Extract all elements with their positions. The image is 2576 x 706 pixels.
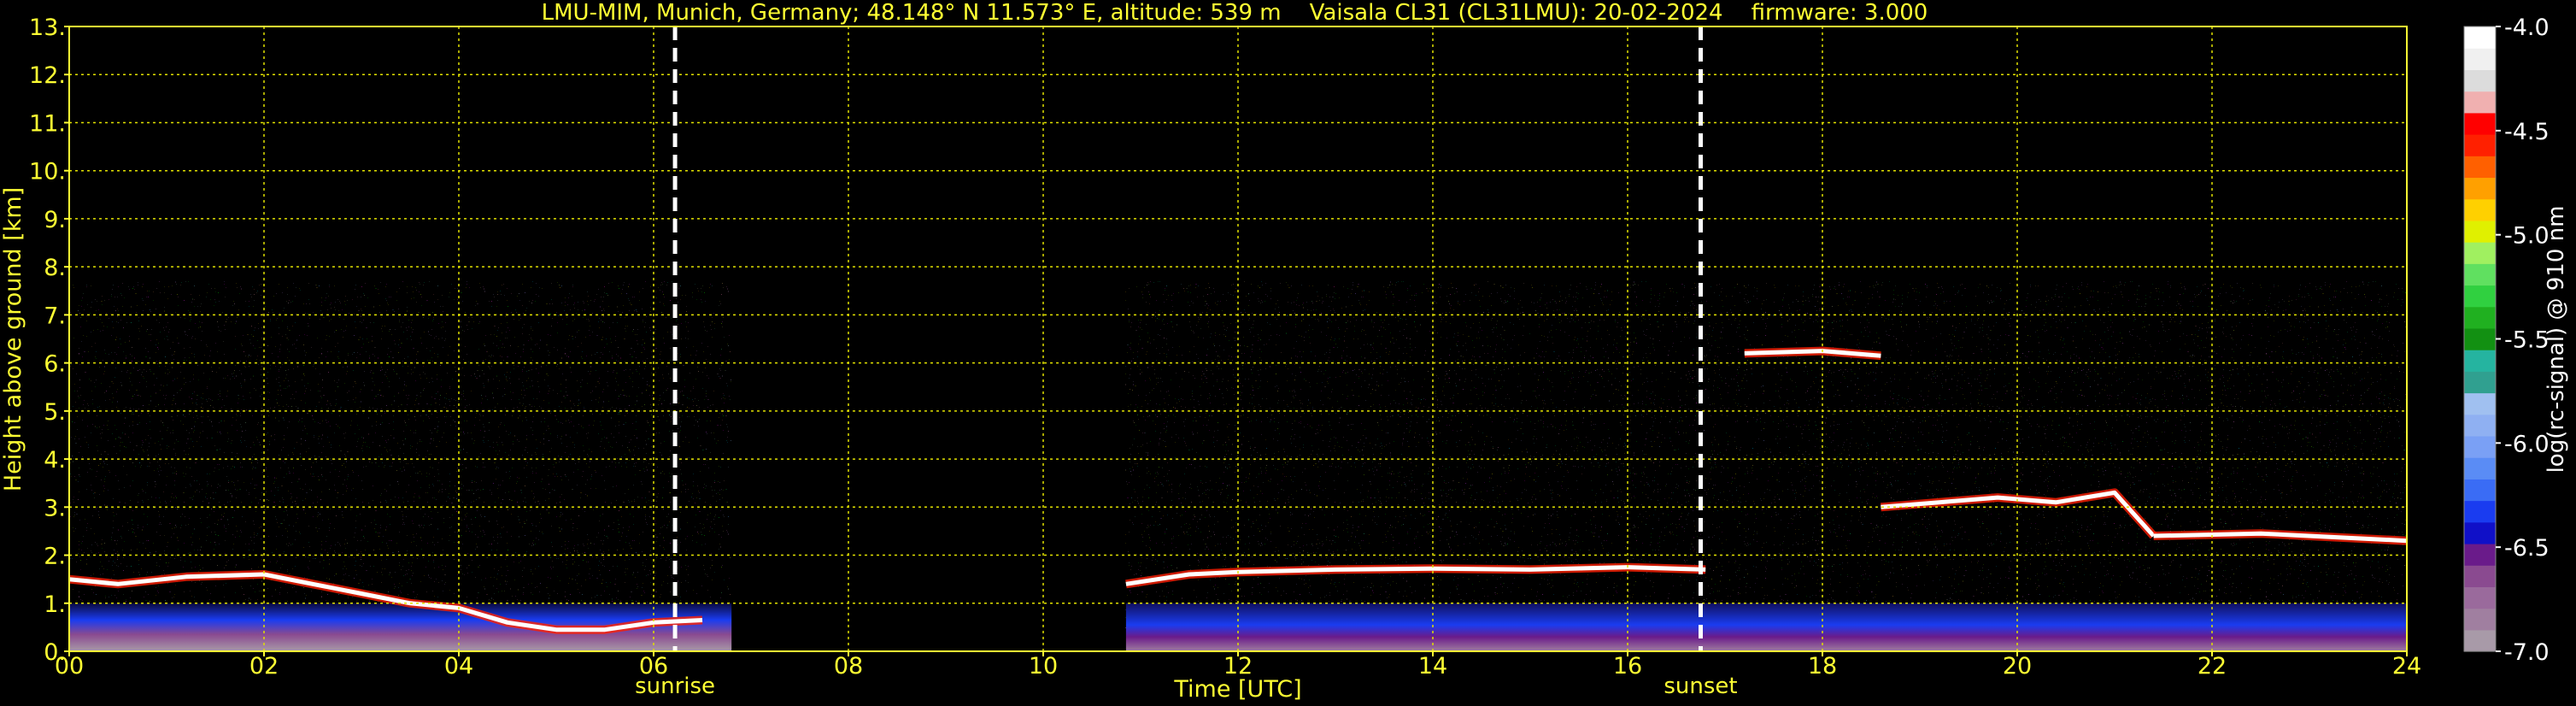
- colorbar-swatch: [2464, 435, 2496, 458]
- y-tick-label: 13.: [29, 15, 66, 41]
- y-tick-label: 5.: [44, 399, 66, 426]
- y-tick-label: 8.: [44, 255, 66, 281]
- colorbar-tick-label: -4.5: [2504, 119, 2550, 145]
- colorbar-swatch: [2464, 629, 2496, 652]
- x-tick-label: 16: [1613, 653, 1642, 680]
- colorbar-swatch: [2464, 198, 2496, 221]
- y-tick-label: 3.: [44, 495, 66, 521]
- colorbar-swatch: [2464, 414, 2496, 437]
- x-tick-label: 06: [639, 653, 668, 680]
- colorbar-swatch: [2464, 26, 2496, 49]
- x-tick-label: 20: [2003, 653, 2032, 680]
- colorbar-tick-label: -6.5: [2504, 535, 2550, 562]
- colorbar-swatch: [2464, 263, 2496, 286]
- y-tick-label: 2.: [44, 544, 66, 570]
- x-tick-label: 14: [1418, 653, 1447, 680]
- x-tick-label: 18: [1808, 653, 1837, 680]
- colorbar-swatch: [2464, 220, 2496, 243]
- x-tick-label: 10: [1029, 653, 1058, 680]
- colorbar-swatch: [2464, 479, 2496, 502]
- colorbar-swatch: [2464, 521, 2496, 544]
- colorbar-swatch: [2464, 156, 2496, 179]
- y-tick-label: 4.: [44, 447, 66, 474]
- y-tick-label: 0.: [44, 639, 66, 666]
- colorbar-tick-label: -4.0: [2504, 15, 2550, 41]
- colorbar-swatch: [2464, 565, 2496, 587]
- colorbar-swatch: [2464, 500, 2496, 523]
- y-axis-label: Height above ground [km]: [0, 187, 26, 491]
- colorbar-swatch: [2464, 112, 2496, 135]
- colorbar-swatch: [2464, 48, 2496, 71]
- colorbar-swatch: [2464, 91, 2496, 114]
- colorbar-tick-label: -7.0: [2504, 639, 2550, 666]
- colorbar-swatch: [2464, 371, 2496, 394]
- y-tick-label: 11.: [29, 110, 66, 137]
- colorbar-swatch: [2464, 134, 2496, 156]
- colorbar-swatch: [2464, 242, 2496, 264]
- colorbar-swatch: [2464, 457, 2496, 479]
- y-tick-label: 9.: [44, 207, 66, 233]
- colorbar: -4.0 -4.5 -5.0 -5.5 -6.0 -6.5 -7.0 log(rc-signa…: [2463, 15, 2569, 666]
- colorbar-swatch: [2464, 543, 2496, 566]
- y-tick-label: 1.: [44, 591, 66, 618]
- colorbar-swatch: [2464, 327, 2496, 350]
- sunset-label: sunset: [1664, 674, 1737, 699]
- colorbar-swatch: [2464, 69, 2496, 92]
- colorbar-swatch: [2464, 285, 2496, 308]
- x-tick-label: 22: [2198, 653, 2227, 680]
- colorbar-label: log(rc-signal) @ 910 nm: [2544, 206, 2569, 474]
- colorbar-swatch: [2464, 350, 2496, 372]
- x-tick-label: 02: [249, 653, 279, 680]
- y-tick-label: 10.: [29, 159, 66, 185]
- x-tick-label: 08: [834, 653, 863, 680]
- noise-region: [69, 281, 732, 651]
- colorbar-swatch: [2464, 392, 2496, 415]
- colorbar-swatch: [2464, 586, 2496, 609]
- colorbar-tick-label: -6.0: [2504, 431, 2550, 457]
- colorbar-swatch: [2464, 608, 2496, 631]
- colorbar-swatch: [2464, 177, 2496, 200]
- y-tick-label: 7.: [44, 303, 66, 329]
- ceilometer-chart: sunrise sunset 00 02 04 06 08 10 12 14 16 18 20 22 24…: [0, 15, 2569, 703]
- x-axis-label: Time [UTC]: [1173, 676, 1301, 703]
- colorbar-tick-label: -5.0: [2504, 223, 2550, 250]
- colorbar-tick-label: -5.5: [2504, 327, 2550, 354]
- noise-region: [1125, 281, 2407, 651]
- x-tick-label: 24: [2392, 653, 2421, 680]
- colorbar-swatch: [2464, 306, 2496, 329]
- y-tick-label: 6.: [44, 351, 66, 378]
- aerosol-layer: [1125, 603, 2407, 651]
- x-tick-label: 04: [444, 653, 473, 680]
- y-tick-label: 12.: [29, 62, 66, 89]
